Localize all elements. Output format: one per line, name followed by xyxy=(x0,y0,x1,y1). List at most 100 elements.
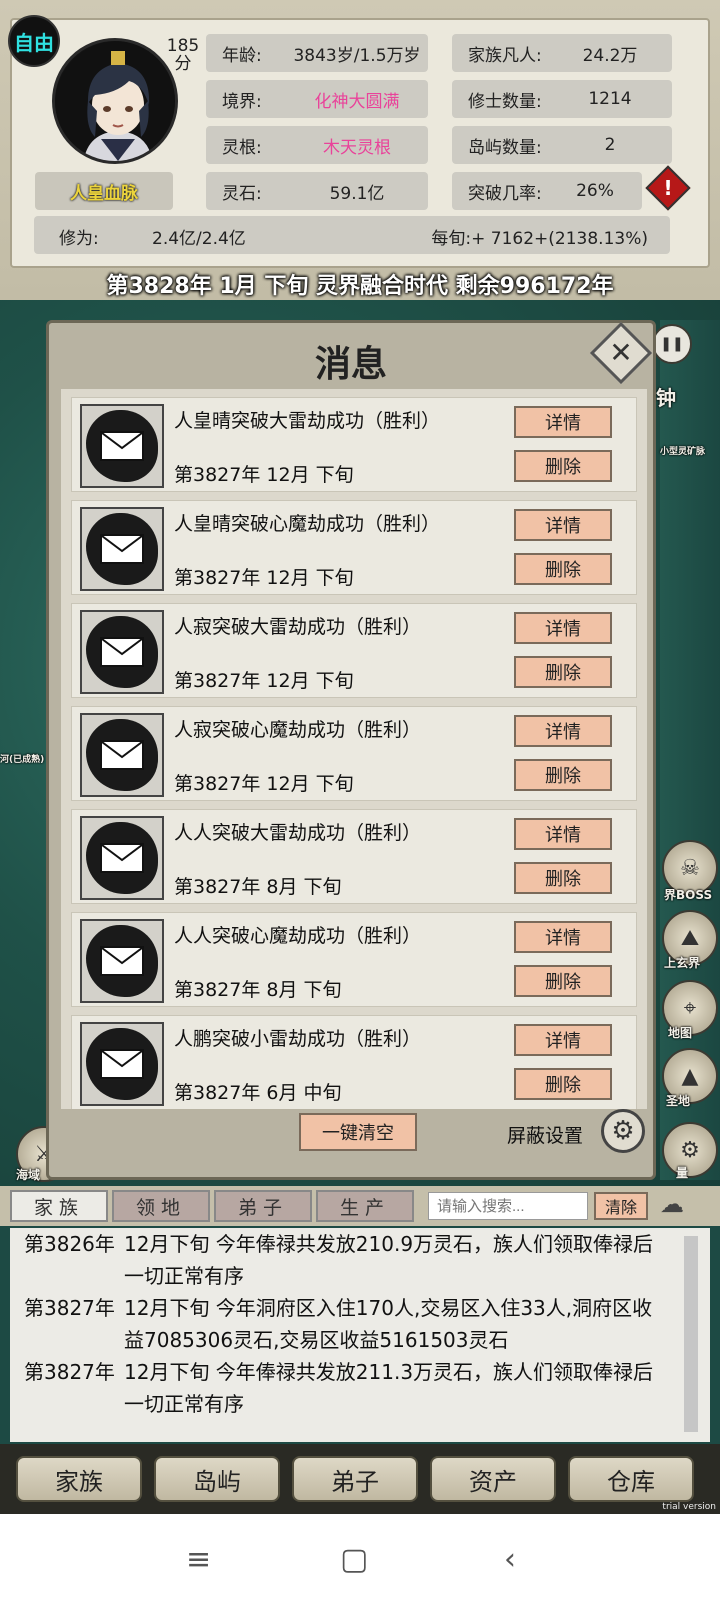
back-icon[interactable]: ‹ xyxy=(504,1542,516,1577)
ink-blot xyxy=(86,410,158,482)
message-title: 人皇晴突破心魔劫成功（胜利） xyxy=(174,513,441,535)
tab-production[interactable]: 生产 xyxy=(316,1190,414,1222)
trial-version-label: trial version xyxy=(662,1502,716,1512)
message-row[interactable]: 人寂突破心魔劫成功（胜利） 第3827年 12月 下旬 详情 删除 xyxy=(71,706,637,801)
stat-value: 2 xyxy=(604,135,616,155)
character-avatar[interactable] xyxy=(52,38,178,164)
log-search-input[interactable] xyxy=(428,1192,588,1220)
home-icon[interactable]: ▢ xyxy=(340,1542,368,1577)
message-row[interactable]: 人皇晴突破心魔劫成功（胜利） 第3827年 12月 下旬 详情 删除 xyxy=(71,500,637,595)
realm-label: 上玄界 xyxy=(664,956,701,970)
stat-value: 化神大圆满 xyxy=(314,91,400,112)
game-date: 第3828年 1月 下旬 灵界融合时代 剩余996172年 xyxy=(106,274,614,299)
log-scrollbar[interactable] xyxy=(684,1236,698,1432)
pause-button[interactable]: ❚❚ xyxy=(652,324,692,364)
stat-value: 木天灵根 xyxy=(323,137,391,158)
stat-spirit-root: 灵根: 木天灵根 xyxy=(206,126,428,164)
close-icon: ✕ xyxy=(609,336,633,369)
tab-family[interactable]: 家族 xyxy=(10,1190,108,1222)
stat-age: 年龄: 3843岁/1.5万岁 xyxy=(206,34,428,72)
message-title: 人人突破心魔劫成功（胜利） xyxy=(174,925,422,947)
message-list[interactable]: 人皇晴突破大雷劫成功（胜利） 第3827年 12月 下旬 详情 删除 人皇晴突破心魔劫成… xyxy=(61,389,647,1109)
message-row[interactable]: 人鹏突破小雷劫成功（胜利） 第3827年 6月 中旬 详情 删除 xyxy=(71,1015,637,1109)
sea-label: 海域 xyxy=(16,1168,41,1182)
nav-warehouse[interactable]: 仓库 xyxy=(568,1456,694,1502)
bloodline-button[interactable]: 人皇血脉 xyxy=(35,172,173,210)
cloud-icon[interactable]: ☁ xyxy=(660,1190,684,1218)
delete-button[interactable]: 删除 xyxy=(514,862,612,894)
tab-territory[interactable]: 领地 xyxy=(112,1190,210,1222)
cultivation-value: 2.4亿/2.4亿 xyxy=(152,229,246,249)
stat-cultivators: 修士数量: 1214 xyxy=(452,80,672,118)
ink-blot xyxy=(86,513,158,585)
gear-icon: ⚙ xyxy=(680,1137,700,1163)
peak-icon: ▲ xyxy=(681,1063,699,1089)
log-text: 12月下旬 今年俸禄共发放211.3万灵石，族人们领取俸禄后一切正常有序 xyxy=(124,1360,654,1416)
message-row[interactable]: 人皇晴突破大雷劫成功（胜利） 第3827年 12月 下旬 详情 删除 xyxy=(71,397,637,492)
stat-realm: 境界: 化神大圆满 xyxy=(206,80,428,118)
ink-blot xyxy=(86,616,158,688)
stat-label: 突破几率: xyxy=(468,183,542,204)
detail-button[interactable]: 详情 xyxy=(514,818,612,850)
delete-button[interactable]: 删除 xyxy=(514,656,612,688)
log-year: 第3827年 xyxy=(24,1296,115,1320)
message-row[interactable]: 人寂突破大雷劫成功（胜利） 第3827年 12月 下旬 详情 删除 xyxy=(71,603,637,698)
log-panel[interactable]: 第3826年 12月下旬 今年俸禄共发放210.9万灵石，族人们领取俸禄后一切正… xyxy=(10,1228,710,1442)
message-date: 第3827年 12月 下旬 xyxy=(174,670,354,692)
message-row[interactable]: 人人突破大雷劫成功（胜利） 第3827年 8月 下旬 详情 删除 xyxy=(71,809,637,904)
filter-settings-gear-icon[interactable]: ⚙ xyxy=(601,1109,645,1153)
ink-blot xyxy=(86,719,158,791)
log-year: 第3826年 xyxy=(24,1232,115,1256)
per-period-gain: 每旬:+ 7162+(2138.13%) xyxy=(431,229,648,249)
delete-button[interactable]: 删除 xyxy=(514,759,612,791)
stat-label: 年龄: xyxy=(222,45,262,66)
boss-label: 界BOSS xyxy=(664,888,713,902)
delete-button[interactable]: 删除 xyxy=(514,450,612,482)
mail-icon xyxy=(80,919,164,1003)
stat-islands: 岛屿数量: 2 xyxy=(452,126,672,164)
detail-button[interactable]: 详情 xyxy=(514,406,612,438)
delete-button[interactable]: 删除 xyxy=(514,1068,612,1100)
nav-islands[interactable]: 岛屿 xyxy=(154,1456,280,1502)
envelope-icon xyxy=(100,534,144,564)
envelope-icon xyxy=(100,843,144,873)
ink-blot xyxy=(86,1028,158,1100)
detail-button[interactable]: 详情 xyxy=(514,1024,612,1056)
clear-search-button[interactable]: 清除 xyxy=(594,1192,648,1220)
free-mode-badge[interactable]: 自由 xyxy=(8,15,60,67)
mine-label[interactable]: 小型灵矿脉 xyxy=(660,444,705,457)
message-date: 第3827年 8月 下旬 xyxy=(174,876,342,898)
delete-button[interactable]: 删除 xyxy=(514,965,612,997)
message-title: 人寂突破心魔劫成功（胜利） xyxy=(174,719,422,741)
stat-value: 59.1亿 xyxy=(329,183,385,204)
ink-blot xyxy=(86,822,158,894)
cultivation-label: 修为: xyxy=(59,229,99,249)
portrait-icon xyxy=(55,41,175,161)
detail-button[interactable]: 详情 xyxy=(514,509,612,541)
boss-icon: ☠ xyxy=(680,855,700,881)
mail-icon xyxy=(80,713,164,797)
detail-button[interactable]: 详情 xyxy=(514,612,612,644)
settings-side-button[interactable]: ⚙ xyxy=(662,1122,718,1178)
filter-settings-label[interactable]: 屏蔽设置 xyxy=(507,1121,583,1148)
message-title: 人皇晴突破大雷劫成功（胜利） xyxy=(174,410,441,432)
delete-button[interactable]: 删除 xyxy=(514,553,612,585)
built-label[interactable]: 河(已成熟) xyxy=(0,752,44,765)
detail-button[interactable]: 详情 xyxy=(514,921,612,953)
detail-button[interactable]: 详情 xyxy=(514,715,612,747)
nav-disciples[interactable]: 弟子 xyxy=(292,1456,418,1502)
envelope-icon xyxy=(100,637,144,667)
menu-icon[interactable]: ≡ xyxy=(186,1542,211,1577)
score-display: 185 分 xyxy=(163,37,203,73)
clear-all-button[interactable]: 一键清空 xyxy=(299,1113,417,1151)
nav-family[interactable]: 家族 xyxy=(16,1456,142,1502)
message-row[interactable]: 人人突破心魔劫成功（胜利） 第3827年 8月 下旬 详情 删除 xyxy=(71,912,637,1007)
tab-disciples[interactable]: 弟子 xyxy=(214,1190,312,1222)
score-unit: 分 xyxy=(174,54,192,74)
system-nav-bar: ≡ ▢ ‹ xyxy=(0,1514,720,1600)
dialog-title: 消息 xyxy=(314,343,387,385)
nav-assets[interactable]: 资产 xyxy=(430,1456,556,1502)
mountain-icon: ⛰ xyxy=(680,925,700,951)
envelope-icon xyxy=(100,740,144,770)
message-dialog: 消息 ✕ 人皇晴突破大雷劫成功（胜利） 第3827年 12月 下旬 详情 删除 人皇晴突… xyxy=(46,320,656,1180)
